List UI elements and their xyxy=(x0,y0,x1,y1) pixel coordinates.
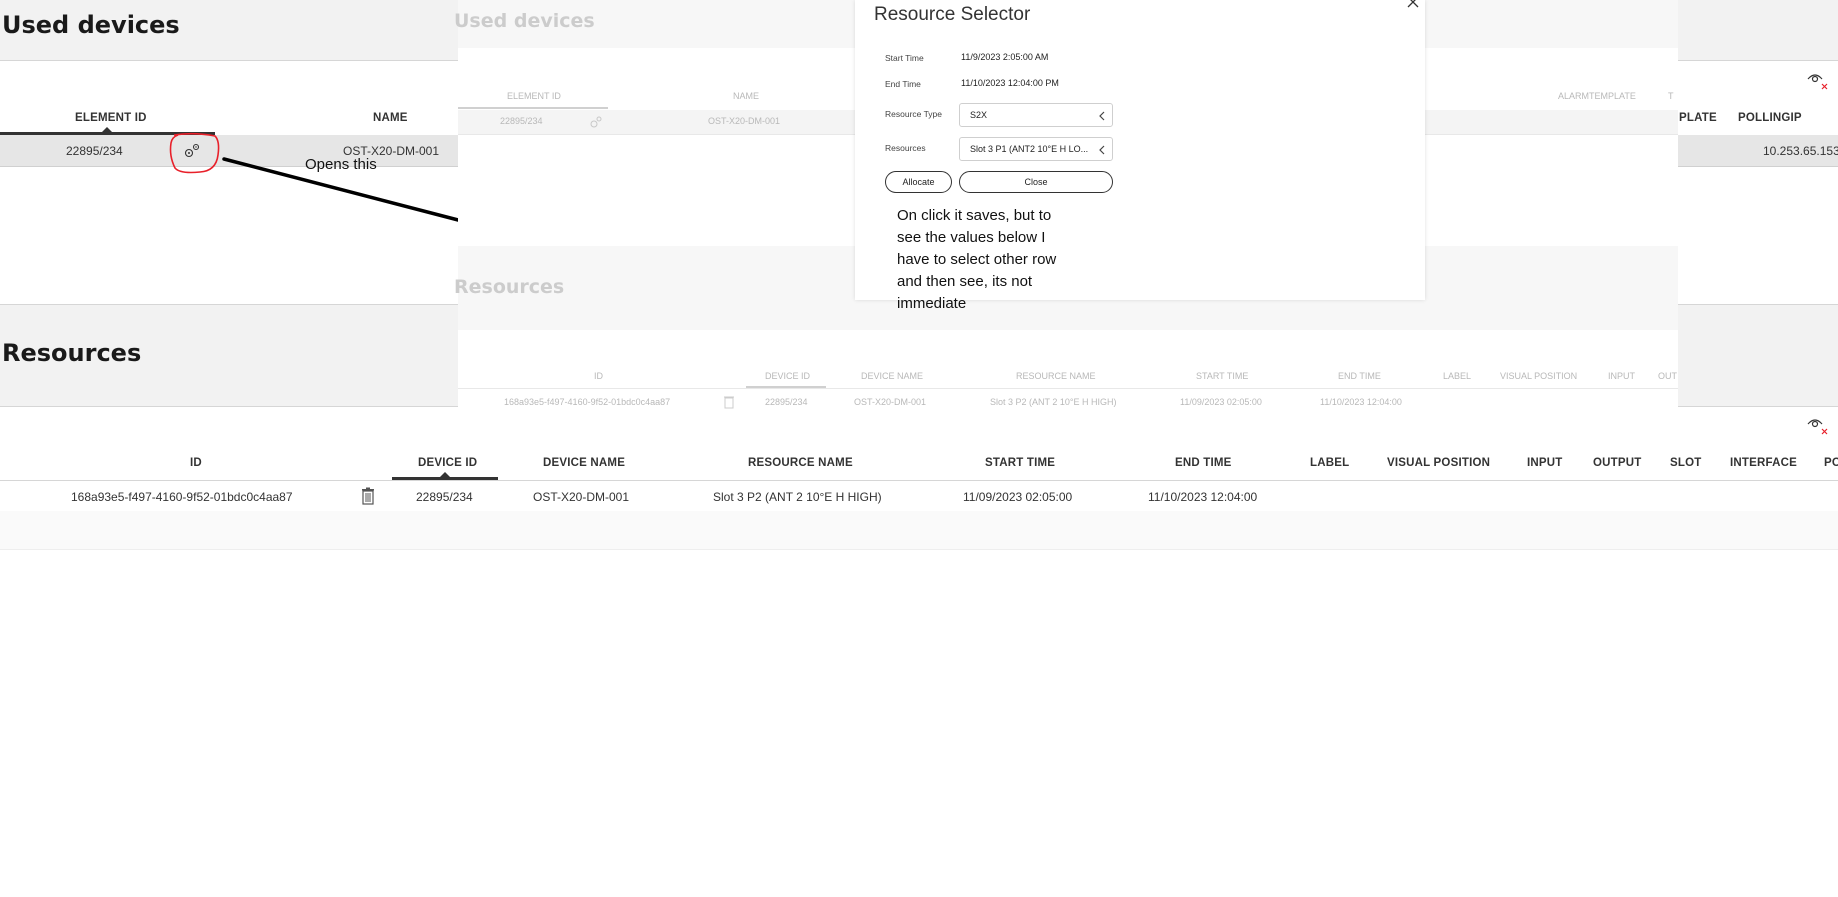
cell-start-time: 11/09/2023 02:05:00 xyxy=(963,490,1073,504)
column-header-device-id[interactable]: DEVICE ID xyxy=(418,457,477,469)
cell-end-time: 11/10/2023 12:04:00 xyxy=(1148,490,1258,504)
resource-selector-dialog: Resource Selector Start Time 11/9/2023 2… xyxy=(855,0,1425,312)
column-header-output[interactable]: OUTPUT xyxy=(1593,457,1641,469)
cell-device-id: 22895/234 xyxy=(416,490,473,504)
sort-caret-icon xyxy=(101,127,113,133)
resource-type-value: S2X xyxy=(970,110,988,120)
cell-device-name: OST-X20-DM-001 xyxy=(533,490,630,504)
column-header-interface[interactable]: INTERFACE xyxy=(1730,457,1797,469)
ghost-col-t: T xyxy=(1668,91,1674,101)
note-line: have to select other row xyxy=(897,251,1057,268)
ghost-ud-sort-bar xyxy=(458,107,608,109)
column-header-start-time[interactable]: START TIME xyxy=(985,457,1055,469)
ghost-res-cell-device-id: 22895/234 xyxy=(765,397,808,407)
ghost-res-col-visual-position: VISUAL POSITION xyxy=(1500,371,1578,381)
ghost-col-element-id: ELEMENT ID xyxy=(507,91,561,101)
ghost-res-cell-device-name: OST-X20-DM-001 xyxy=(854,397,927,407)
used-devices-title: Used devices xyxy=(2,11,180,39)
column-header-id[interactable]: ID xyxy=(190,457,202,469)
ghost-col-name: NAME xyxy=(733,91,760,101)
ghost-col-alarmtemplate: ALARMTEMPLATE xyxy=(1558,91,1636,101)
column-header-po[interactable]: PO xyxy=(1824,457,1838,469)
resources-select[interactable]: Slot 3 P1 (ANT2 10°E H LO... xyxy=(959,137,1113,161)
cell-element-id: 22895/234 xyxy=(66,144,123,158)
resource-type-chevron-icon xyxy=(1098,109,1106,121)
column-header-pollingip[interactable]: POLLINGIP xyxy=(1738,112,1802,124)
column-header-input[interactable]: INPUT xyxy=(1527,457,1563,469)
start-time-label: Start Time xyxy=(885,53,924,63)
resources-chevron-icon xyxy=(1098,143,1106,155)
ghost-trash-icon xyxy=(723,395,735,409)
end-time-value: 11/10/2023 12:04:00 PM xyxy=(961,78,1059,88)
ghost-res-col-end-time: END TIME xyxy=(1338,371,1381,381)
note-line: On click it saves, but to xyxy=(897,207,1052,224)
note-line: immediate xyxy=(897,295,967,312)
ghost-gears-icon xyxy=(589,115,603,129)
dialog-title: Resource Selector xyxy=(874,4,1031,25)
annotation-note: On click it saves, but to see the values… xyxy=(897,205,1097,315)
cell-resource-name: Slot 3 P2 (ANT 2 10°E H HIGH) xyxy=(713,490,882,504)
resource-type-select[interactable]: S2X xyxy=(959,103,1113,127)
column-header-label[interactable]: LABEL xyxy=(1310,457,1349,469)
ghost-res-col-device-name: DEVICE NAME xyxy=(861,371,924,381)
note-line: see the values below I xyxy=(897,229,1046,246)
resources-sort-caret-icon xyxy=(439,472,451,478)
ghost-ud-cell-element-id: 22895/234 xyxy=(500,116,543,126)
resources-column-visibility-icon[interactable] xyxy=(1806,415,1830,437)
page-bottom-shade xyxy=(0,511,1838,550)
resources-value: Slot 3 P1 (ANT2 10°E H LO... xyxy=(970,144,1089,154)
close-button[interactable]: Close xyxy=(959,171,1113,193)
resources-label: Resources xyxy=(885,143,926,153)
note-line: and then see, its not xyxy=(897,273,1033,290)
annotation-red-circle xyxy=(166,131,224,176)
column-visibility-icon[interactable] xyxy=(1806,70,1830,92)
cell-pollingip: 10.253.65.153 xyxy=(1763,144,1838,158)
ghost-res-cell-end-time: 11/10/2023 12:04:00 xyxy=(1320,397,1402,407)
ghost-res-col-id: ID xyxy=(594,371,603,381)
end-time-label: End Time xyxy=(885,79,921,89)
resource-type-label: Resource Type xyxy=(885,109,943,119)
ghost-used-devices-title: Used devices xyxy=(454,10,595,32)
column-header-resource-name[interactable]: RESOURCE NAME xyxy=(748,457,853,469)
column-header-end-time[interactable]: END TIME xyxy=(1175,457,1232,469)
ghost-res-col-resource-name: RESOURCE NAME xyxy=(1016,371,1096,381)
ghost-res-col-label: LABEL xyxy=(1443,371,1472,381)
ghost-resources-title: Resources xyxy=(454,276,565,298)
delete-trash-icon[interactable] xyxy=(360,487,376,505)
ghost-res-row-divider xyxy=(458,388,1678,389)
column-header-element-id[interactable]: ELEMENT ID xyxy=(75,112,147,124)
close-icon[interactable] xyxy=(1405,0,1421,10)
column-header-name[interactable]: NAME xyxy=(373,112,408,124)
ghost-res-col-device-id: DEVICE ID xyxy=(765,371,811,381)
ghost-res-col-input: INPUT xyxy=(1608,371,1635,381)
column-header-template[interactable]: PLATE xyxy=(1679,112,1717,124)
ghost-res-col-out: OUT xyxy=(1658,371,1677,381)
column-header-visual-position[interactable]: VISUAL POSITION xyxy=(1387,457,1490,469)
ghost-ud-cell-name: OST-X20-DM-001 xyxy=(708,116,781,126)
start-time-value: 11/9/2023 2:05:00 AM xyxy=(961,52,1049,62)
ghost-res-cell-id: 168a93e5-f497-4160-9f52-01bdc0c4aa87 xyxy=(504,397,671,407)
ghost-res-col-start-time: START TIME xyxy=(1196,371,1249,381)
column-header-device-name[interactable]: DEVICE NAME xyxy=(543,457,625,469)
ghost-res-cell-start-time: 11/09/2023 02:05:00 xyxy=(1180,397,1262,407)
ghost-res-cell-resource-name: Slot 3 P2 (ANT 2 10°E H HIGH) xyxy=(990,397,1117,407)
allocate-button[interactable]: Allocate xyxy=(885,171,952,193)
resources-title: Resources xyxy=(2,339,142,367)
cell-id: 168a93e5-f497-4160-9f52-01bdc0c4aa87 xyxy=(71,490,293,504)
annotation-opens-this: Opens this xyxy=(305,156,377,173)
column-header-slot[interactable]: SLOT xyxy=(1670,457,1701,469)
